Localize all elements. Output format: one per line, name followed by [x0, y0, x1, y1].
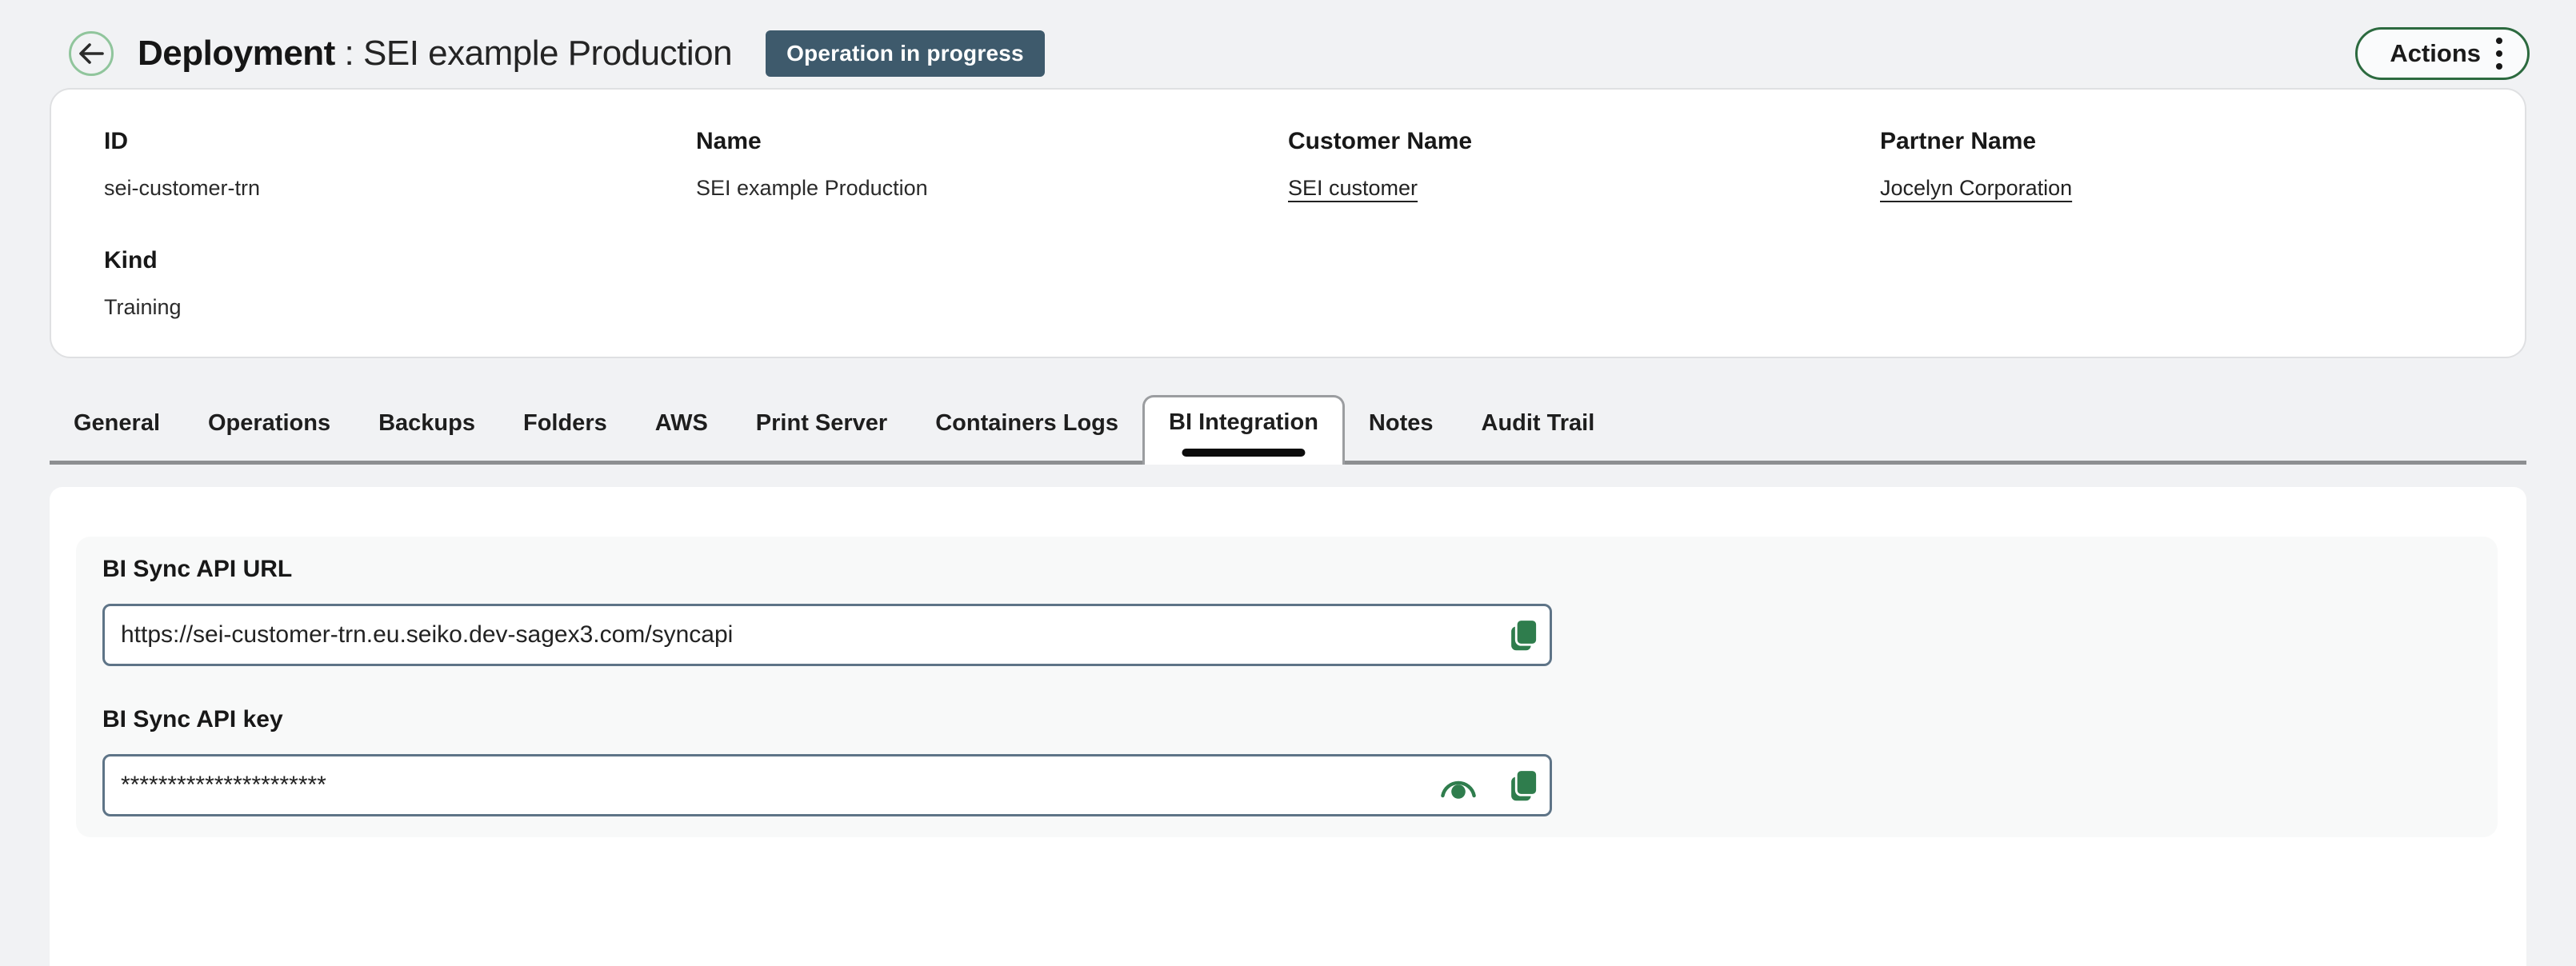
- page-title-separator: :: [335, 34, 363, 73]
- summary-field-name: Name SEI example Production: [696, 128, 1288, 201]
- tab-general[interactable]: General: [50, 396, 184, 461]
- tab-notes[interactable]: Notes: [1345, 396, 1458, 461]
- copy-url-button[interactable]: [1506, 615, 1540, 655]
- copy-icon: [1506, 615, 1540, 655]
- copy-icon: [1506, 765, 1540, 805]
- field-value: sei-customer-trn: [104, 176, 696, 201]
- reveal-key-button[interactable]: [1439, 771, 1478, 800]
- summary-grid: ID sei-customer-trn Name SEI example Pro…: [104, 128, 2472, 320]
- page-title-entity: Deployment: [138, 34, 335, 73]
- eye-icon: [1439, 771, 1478, 800]
- actions-button[interactable]: Actions: [2355, 27, 2530, 80]
- tab-print-server[interactable]: Print Server: [732, 396, 911, 461]
- bi-sync-api-key-label: BI Sync API key: [102, 706, 1552, 733]
- field-label: Customer Name: [1288, 128, 1880, 155]
- tab-bar: General Operations Backups Folders AWS P…: [50, 395, 2526, 465]
- bi-sync-api-url-field: BI Sync API URL: [102, 556, 1552, 666]
- field-label: Kind: [104, 247, 696, 274]
- tab-backups[interactable]: Backups: [354, 396, 499, 461]
- deployment-summary-card: ID sei-customer-trn Name SEI example Pro…: [50, 88, 2526, 358]
- page-header: Deployment : SEI example Production Oper…: [0, 0, 2576, 88]
- page-title-name: SEI example Production: [363, 34, 732, 73]
- field-label: ID: [104, 128, 696, 155]
- tab-containers-logs[interactable]: Containers Logs: [911, 396, 1142, 461]
- field-value: Training: [104, 295, 696, 320]
- tab-aws[interactable]: AWS: [631, 396, 732, 461]
- bi-sync-api-key-input-wrap: [102, 754, 1552, 816]
- bi-integration-panel: BI Sync API URL BI Sync API key: [50, 487, 2526, 966]
- selected-tab-indicator: [1182, 449, 1305, 457]
- tab-bi-integration-label: BI Integration: [1169, 409, 1318, 435]
- kebab-vertical-icon: [2495, 36, 2503, 71]
- tab-audit-trail[interactable]: Audit Trail: [1458, 396, 1619, 461]
- summary-field-kind: Kind Training: [104, 247, 696, 320]
- tab-operations[interactable]: Operations: [184, 396, 354, 461]
- arrow-left-icon: [78, 42, 105, 65]
- actions-button-label: Actions: [2390, 39, 2481, 68]
- bi-sync-api-url-input[interactable]: [105, 606, 1550, 664]
- field-label: Partner Name: [1880, 128, 2472, 155]
- page-title: Deployment : SEI example Production: [138, 34, 732, 74]
- customer-link[interactable]: SEI customer: [1288, 176, 1880, 201]
- field-label: Name: [696, 128, 1288, 155]
- summary-field-customer-name: Customer Name SEI customer: [1288, 128, 1880, 201]
- bi-sync-api-key-input[interactable]: [105, 756, 1550, 814]
- copy-key-button[interactable]: [1506, 765, 1540, 805]
- bi-sync-api-url-input-wrap: [102, 604, 1552, 666]
- tab-bi-integration[interactable]: BI Integration: [1142, 395, 1345, 465]
- status-badge: Operation in progress: [766, 30, 1045, 77]
- bi-sync-api-url-label: BI Sync API URL: [102, 556, 1552, 583]
- partner-link[interactable]: Jocelyn Corporation: [1880, 176, 2472, 201]
- bi-sync-card: BI Sync API URL BI Sync API key: [76, 537, 2498, 837]
- summary-field-id: ID sei-customer-trn: [104, 128, 696, 201]
- tab-folders[interactable]: Folders: [499, 396, 631, 461]
- back-button[interactable]: [69, 31, 114, 76]
- summary-field-partner-name: Partner Name Jocelyn Corporation: [1880, 128, 2472, 201]
- bi-sync-api-key-field: BI Sync API key: [102, 706, 1552, 816]
- field-value: SEI example Production: [696, 176, 1288, 201]
